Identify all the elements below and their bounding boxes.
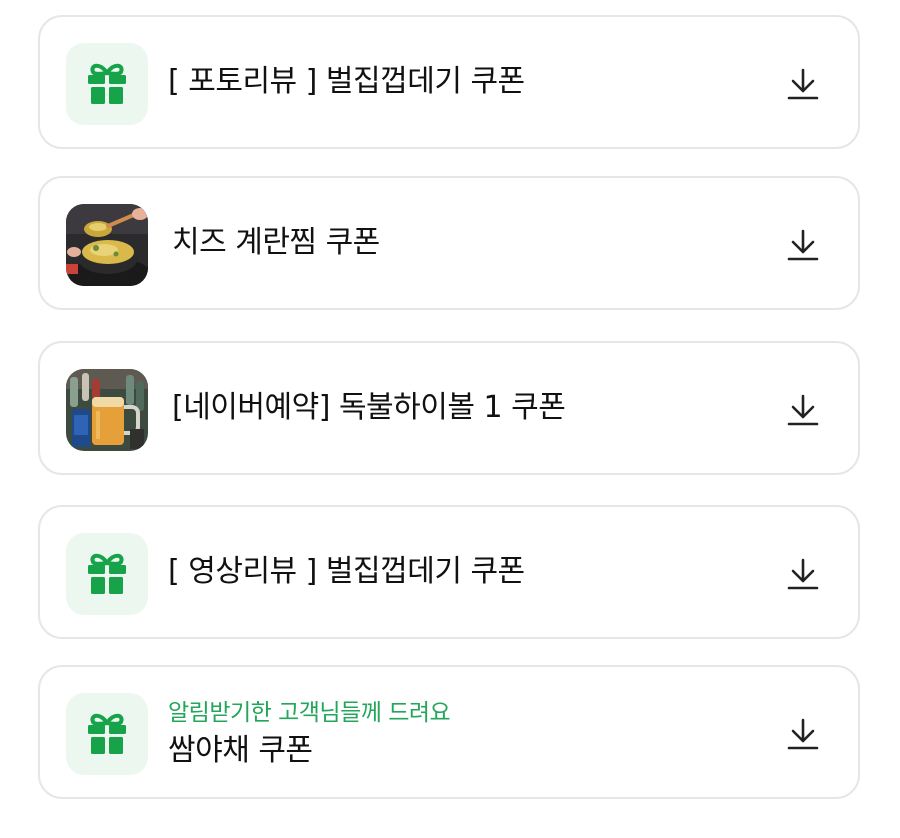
coupon-thumbnail (66, 43, 148, 125)
download-icon[interactable] (786, 228, 820, 262)
download-icon[interactable] (786, 717, 820, 751)
download-icon[interactable] (786, 67, 820, 101)
download-icon[interactable] (786, 393, 820, 427)
coupon-card: 알림받기한 고객님들께 드려요 쌈야채 쿠폰 (38, 665, 860, 799)
steamed-egg-photo (66, 204, 148, 286)
coupon-thumbnail (66, 204, 148, 286)
coupon-card: 치즈 계란찜 쿠폰 (38, 176, 860, 310)
coupon-thumbnail (66, 369, 148, 451)
coupon-thumbnail (66, 693, 148, 775)
coupon-card: [ 영상리뷰 ] 벌집껍데기 쿠폰 (38, 505, 860, 639)
coupon-card: [ 포토리뷰 ] 벌집껍데기 쿠폰 (38, 15, 860, 149)
coupon-subtitle: 알림받기한 고객님들께 드려요 (168, 700, 451, 726)
coupon-title: [ 포토리뷰 ] 벌집껍데기 쿠폰 (168, 64, 525, 99)
gift-icon (88, 63, 126, 104)
coupon-title: [네이버예약] 독불하이볼 1 쿠폰 (172, 390, 566, 425)
coupon-card: [네이버예약] 독불하이볼 1 쿠폰 (38, 341, 860, 475)
gift-icon (88, 553, 126, 594)
coupon-title: 치즈 계란찜 쿠폰 (172, 225, 380, 260)
download-icon[interactable] (786, 557, 820, 591)
coupon-thumbnail (66, 533, 148, 615)
coupon-title: 쌈야채 쿠폰 (168, 733, 313, 768)
highball-photo (66, 369, 148, 451)
coupon-title: [ 영상리뷰 ] 벌집껍데기 쿠폰 (168, 554, 525, 589)
gift-icon (88, 713, 126, 754)
